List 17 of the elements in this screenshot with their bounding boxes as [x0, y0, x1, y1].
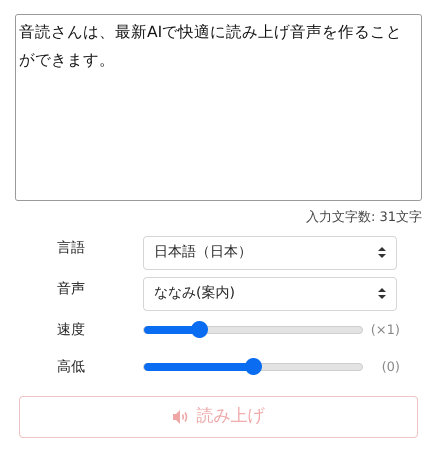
slider-reading: (0): [382, 358, 400, 376]
slider[interactable]: [143, 358, 363, 376]
sort-arrows-icon: [378, 247, 386, 258]
dropdown[interactable]: 日本語（日本）: [143, 236, 397, 270]
setting-label: 音声: [56, 280, 86, 298]
setting-label: 速度: [56, 320, 86, 340]
setting-label: 高低: [56, 358, 86, 376]
setting-label: 言語: [56, 238, 86, 258]
text-area[interactable]: 音読さんは、最新AIで快適に読み上げ音声を作ることができます。: [15, 14, 422, 201]
slider-thumb[interactable]: [245, 358, 262, 374]
slider-thumb[interactable]: [190, 320, 208, 338]
slider-reading: (×1): [370, 322, 400, 340]
speaker-icon: [172, 410, 190, 424]
character-count: 入力文字数: 31文字: [306, 209, 422, 227]
dropdown[interactable]: ななみ(案内): [143, 276, 397, 310]
sort-arrows-icon: [378, 288, 386, 299]
slider[interactable]: [143, 320, 363, 338]
